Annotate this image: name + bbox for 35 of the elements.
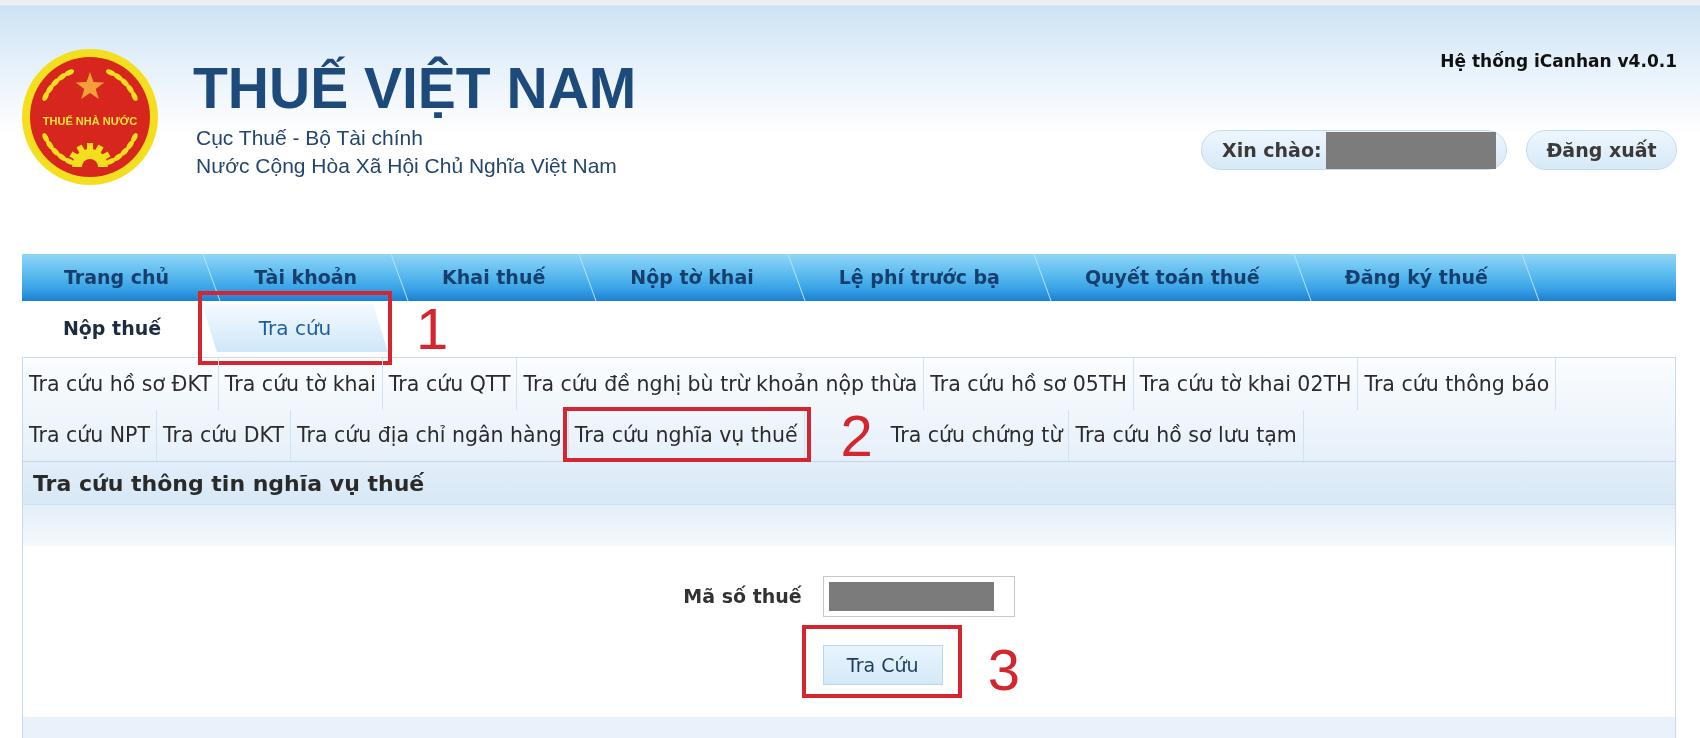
sub-tab[interactable]: Nộp thuế <box>22 304 202 352</box>
lookup-link[interactable]: Tra cứu chứng từ <box>884 410 1070 461</box>
lookup-link[interactable]: Tra cứu tờ khai 02TH <box>1133 358 1359 410</box>
search-button[interactable]: Tra Cứu <box>822 645 943 685</box>
lookup-link[interactable]: Tra cứu DKT <box>157 410 291 461</box>
lookup-link[interactable]: Tra cứu hồ sơ 05TH <box>924 358 1134 410</box>
lookup-link[interactable]: Tra cứu NPT <box>23 410 157 461</box>
site-subtitle: Nước Cộng Hòa Xã Hội Chủ Nghĩa Việt Nam <box>195 153 618 179</box>
sub-tab[interactable]: Tra cứu <box>202 304 388 352</box>
site-title: THUẾ VIỆT NAM <box>193 55 637 122</box>
section-title: Tra cứu thông tin nghĩa vụ thuế <box>33 469 425 498</box>
lookup-link[interactable]: Tra cứu tờ khai <box>218 358 383 410</box>
lookup-link[interactable]: Tra cứu thông báo <box>1358 358 1557 410</box>
logout-button[interactable]: Đăng xuất <box>1526 130 1677 170</box>
tax-code-field[interactable] <box>822 576 1015 617</box>
lookup-link[interactable]: Tra cứu đề nghị bù trừ khoản nộp thừa <box>517 358 925 410</box>
menu-tab[interactable]: Lệ phí trước bạ <box>796 254 1042 301</box>
menu-tab[interactable]: Quyết toán thuế <box>1042 254 1302 301</box>
menu-tab[interactable]: Nộp tờ khai <box>588 254 796 301</box>
step-number: 2 <box>840 410 873 461</box>
menu-tab[interactable]: Đăng ký thuế <box>1302 254 1530 301</box>
menu-tab[interactable]: Khai thuế <box>400 254 588 301</box>
system-version: Hệ thống iCanhan v4.0.1 <box>1440 50 1677 72</box>
emblem-text: THUẾ NHÀ NƯỚC <box>42 115 138 127</box>
step-number: 3 <box>987 641 1020 699</box>
step-number: 1 <box>416 300 449 358</box>
lookup-link[interactable]: Tra cứu nghĩa vụ thuế <box>568 410 805 461</box>
lookup-link[interactable]: Tra cứu hồ sơ lưu tạm <box>1069 410 1304 461</box>
greeting-label: Xin chào: <box>1222 137 1322 163</box>
field-label: Mã số thuế <box>683 584 802 610</box>
lookup-link[interactable]: Tra cứu địa chỉ ngân hàng <box>290 410 569 461</box>
menu-tab[interactable]: Tài khoản <box>212 254 400 301</box>
lookup-link[interactable]: Tra cứu hồ sơ ĐKT <box>23 358 219 410</box>
lookup-link[interactable]: Tra cứu QTT <box>382 358 518 410</box>
site-subtitle: Cục Thuế - Bộ Tài chính <box>195 125 424 151</box>
